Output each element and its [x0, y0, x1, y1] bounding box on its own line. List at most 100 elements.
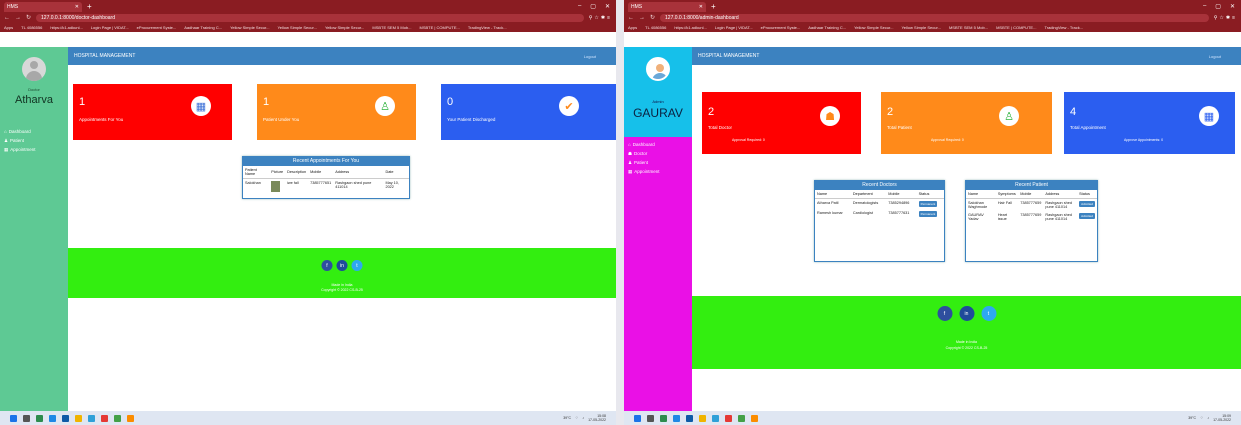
bookmark-item[interactable]: TL 4086556: [21, 25, 42, 30]
twitter-icon[interactable]: t: [981, 306, 996, 321]
edge-icon[interactable]: [49, 414, 56, 422]
bookmark-item[interactable]: Yellow Simple Secur...: [325, 25, 364, 30]
sidebar-item-dashboard[interactable]: ⌂ Dashboard: [628, 140, 660, 149]
sidebar-item-appointment[interactable]: ▦ Appointment: [628, 167, 660, 176]
reload-icon[interactable]: ↻: [26, 14, 31, 21]
clock[interactable]: 15:08 17-05-2022: [588, 414, 606, 422]
taskview-icon[interactable]: [36, 414, 43, 422]
bookmark-item[interactable]: MSBTE SEM 5 Mob...: [372, 25, 411, 30]
app-icon[interactable]: [751, 414, 758, 422]
doctor-name-cell: Atharva Patil: [817, 201, 839, 205]
app-icon[interactable]: [114, 414, 121, 422]
bookmark-item[interactable]: https://k1.adkunl...: [674, 25, 706, 30]
bookmark-item[interactable]: Login Page | VIDAT...: [91, 25, 129, 30]
linkedin-icon[interactable]: in: [336, 260, 348, 271]
network-icon[interactable]: ⌔: [575, 416, 578, 421]
clock[interactable]: 15:09 17-05-2022: [1213, 414, 1231, 422]
bookmark-item[interactable]: Aadhaar Training C...: [184, 25, 222, 30]
start-icon[interactable]: [634, 414, 641, 422]
sidebar-profile: Admin GAURAV: [624, 47, 692, 137]
bookmark-item[interactable]: Apps: [628, 25, 637, 30]
brand-title[interactable]: HOSPITAL MANAGEMENT: [74, 53, 135, 59]
forward-icon[interactable]: →: [639, 15, 645, 21]
bookmark-item[interactable]: Login Page | VIDAT...: [715, 25, 753, 30]
browser-titlebar: HMS ✕ + – ▢ ✕: [624, 0, 1241, 12]
bookmark-item[interactable]: MSBTE | COMPUTE...: [996, 25, 1036, 30]
chrome-icon[interactable]: [725, 414, 732, 422]
maximize-icon[interactable]: ▢: [1215, 3, 1221, 10]
minimize-icon[interactable]: –: [578, 3, 581, 10]
bookmark-item[interactable]: https://k1.adkunl...: [50, 25, 82, 30]
bookmark-item[interactable]: Yellow Simple Secur...: [230, 25, 269, 30]
admin-dashboard-window: HMS ✕ + – ▢ ✕ ← → ↻ 127.0.0.1:8000/admin-da…: [624, 0, 1241, 425]
search-icon[interactable]: [23, 414, 30, 422]
table-row[interactable]: Salokhan Waghmode Hair Fall 7385777659 R…: [966, 199, 1097, 212]
folder-icon[interactable]: [75, 414, 82, 422]
weather-temp[interactable]: 39°C: [1188, 416, 1196, 420]
url-input[interactable]: 127.0.0.1:8000/doctor-dashboard: [36, 13, 584, 22]
bookmark-item[interactable]: MSBTE SEM 5 Mob...: [949, 25, 988, 30]
sidebar-item-patient[interactable]: ♟ Patient: [628, 158, 660, 167]
bookmark-item[interactable]: Yellow Simple Secur...: [854, 25, 893, 30]
forward-icon[interactable]: →: [15, 15, 21, 21]
start-icon[interactable]: [10, 414, 17, 422]
bookmark-item[interactable]: TradingView - Track...: [468, 25, 507, 30]
brand-title[interactable]: HOSPITAL MANAGEMENT: [698, 53, 759, 59]
new-tab-icon[interactable]: +: [87, 2, 92, 11]
bookmark-item[interactable]: Yellow Simple Secur...: [278, 25, 317, 30]
store-icon[interactable]: [62, 414, 69, 422]
table-row[interactable]: Atharva Patil Dermatologists 7385294896 …: [815, 199, 944, 210]
folder-icon[interactable]: [699, 414, 706, 422]
bookmark-item[interactable]: Aadhaar Training C...: [808, 25, 846, 30]
logout-link[interactable]: Logout: [584, 54, 596, 59]
close-window-icon[interactable]: ✕: [1230, 3, 1235, 10]
bookmark-item[interactable]: MSBTE | COMPUTE...: [420, 25, 460, 30]
bookmark-item[interactable]: eProcurement Syste...: [761, 25, 801, 30]
chrome-icon[interactable]: [101, 414, 108, 422]
taskview-icon[interactable]: [660, 414, 667, 422]
facebook-icon[interactable]: f: [321, 260, 333, 271]
back-icon[interactable]: ←: [4, 15, 10, 21]
bookmark-item[interactable]: eProcurement Syste...: [137, 25, 177, 30]
vscode-icon[interactable]: [712, 414, 719, 422]
volume-icon[interactable]: ♪: [582, 416, 584, 420]
edge-icon[interactable]: [673, 414, 680, 422]
volume-icon[interactable]: ♪: [1207, 416, 1209, 420]
sidebar-item-appointment[interactable]: ▦ Appointment: [4, 145, 36, 154]
logout-link[interactable]: Logout: [1209, 54, 1221, 59]
table-row[interactable]: Salokhan iwe fall 7385777651 Rashgaon sh…: [243, 179, 409, 196]
maximize-icon[interactable]: ▢: [590, 3, 596, 10]
browser-tab[interactable]: HMS ✕: [628, 2, 706, 12]
vscode-icon[interactable]: [88, 414, 95, 422]
back-icon[interactable]: ←: [628, 15, 634, 21]
store-icon[interactable]: [686, 414, 693, 422]
twitter-icon[interactable]: t: [351, 260, 363, 271]
facebook-icon[interactable]: f: [937, 306, 952, 321]
bookmark-item[interactable]: Apps: [4, 25, 13, 30]
close-icon[interactable]: ✕: [699, 4, 703, 10]
linkedin-icon[interactable]: in: [959, 306, 974, 321]
new-tab-icon[interactable]: +: [711, 2, 716, 11]
network-icon[interactable]: ⌔: [1200, 416, 1203, 421]
app-icon[interactable]: [127, 414, 134, 422]
sidebar-item-doctor[interactable]: ☗ Doctor: [628, 149, 660, 158]
bookmark-item[interactable]: TL 4086556: [645, 25, 666, 30]
sidebar-item-patient[interactable]: ♟ Patient: [4, 136, 36, 145]
app-icon[interactable]: [738, 414, 745, 422]
weather-temp[interactable]: 39°C: [563, 416, 571, 420]
search-icon[interactable]: [647, 414, 654, 422]
minimize-icon[interactable]: –: [1203, 3, 1206, 10]
table-row[interactable]: Ramesh kumar Cardiologist 7385777631 Per…: [815, 209, 944, 219]
table-row[interactable]: GAURAV Yadav Heart issue 7385777659 Rash…: [966, 211, 1097, 223]
extension-icons[interactable]: ⚲☆✱≡: [1214, 15, 1237, 21]
user-name: GAURAV: [633, 106, 683, 120]
close-icon[interactable]: ✕: [75, 4, 79, 10]
browser-tab[interactable]: HMS ✕: [4, 2, 82, 12]
reload-icon[interactable]: ↻: [650, 14, 655, 21]
sidebar-item-dashboard[interactable]: ⌂ Dashboard: [4, 127, 36, 136]
bookmark-item[interactable]: TradingView - Track...: [1044, 25, 1083, 30]
bookmark-item[interactable]: Yellow Simple Secur...: [902, 25, 941, 30]
url-input[interactable]: 127.0.0.1:8000/admin-dashboard: [660, 13, 1209, 22]
extension-icons[interactable]: ⚲☆✱≡: [589, 15, 612, 21]
close-window-icon[interactable]: ✕: [605, 3, 610, 10]
